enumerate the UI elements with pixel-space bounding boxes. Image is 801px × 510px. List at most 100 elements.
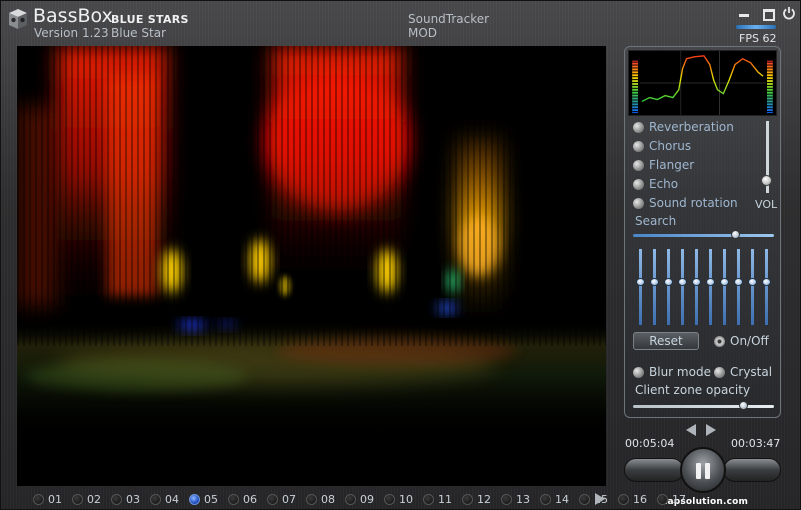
track-item[interactable]: 01: [33, 493, 62, 506]
forward-button[interactable]: [723, 458, 781, 482]
visualization-canvas[interactable]: [17, 46, 606, 486]
eq-band-7[interactable]: [723, 249, 726, 325]
search-slider[interactable]: [633, 234, 774, 237]
track-item[interactable]: 02: [72, 493, 101, 506]
track-number: 02: [87, 492, 101, 506]
track-number: 16: [633, 492, 647, 506]
preset-name: Blue Star: [111, 26, 166, 40]
crystal-mode-toggle[interactable]: Crystal: [714, 365, 772, 379]
blur-mode-toggle[interactable]: Blur mode: [633, 365, 711, 379]
track-item[interactable]: 05: [189, 493, 218, 506]
opacity-slider[interactable]: [633, 405, 774, 408]
light-columns-visualization: [17, 46, 606, 486]
radio-icon: [714, 335, 725, 347]
track-item[interactable]: 06: [228, 493, 257, 506]
eq-band-8[interactable]: [737, 249, 740, 325]
radio-icon: [633, 121, 644, 133]
track-number: 01: [48, 492, 62, 506]
app-subtitle: BLUE STARS: [111, 13, 189, 26]
track-item[interactable]: 14: [540, 493, 569, 506]
track-number: 08: [321, 492, 335, 506]
tracker-label: SoundTracker: [408, 12, 490, 26]
eq-band-6[interactable]: [709, 249, 712, 325]
prev-arrow-icon[interactable]: [686, 424, 696, 436]
elapsed-time: 00:05:04: [625, 437, 675, 450]
fps-label: FPS 62: [739, 32, 777, 45]
bassbox-window: BassBox BLUE STARS Version 1.23 Blue Sta…: [0, 0, 801, 510]
eq-band-5[interactable]: [695, 249, 698, 325]
track-number: 09: [360, 492, 374, 506]
speaker-cube-icon: [9, 9, 27, 29]
track-item[interactable]: 08: [306, 493, 335, 506]
effect-chorus[interactable]: Chorus: [633, 139, 691, 153]
track-item[interactable]: 13: [501, 493, 530, 506]
track-number: 17: [672, 492, 686, 506]
track-item[interactable]: 10: [384, 493, 413, 506]
track-item[interactable]: 07: [267, 493, 296, 506]
eq-band-10[interactable]: [765, 249, 768, 325]
eq-band-9[interactable]: [751, 249, 754, 325]
eq-reset-button[interactable]: Reset: [633, 332, 699, 350]
effect-flanger[interactable]: Flanger: [633, 158, 694, 172]
eq-band-2[interactable]: [653, 249, 656, 325]
version-label: Version 1.23: [34, 26, 109, 40]
radio-icon: [633, 366, 644, 378]
effect-reverberation[interactable]: Reverberation: [633, 120, 734, 134]
rewind-button[interactable]: [624, 458, 684, 482]
track-number: 07: [282, 492, 296, 506]
track-item[interactable]: 11: [423, 493, 452, 506]
eq-onoff-toggle[interactable]: On/Off: [714, 334, 769, 348]
track-number: 14: [555, 492, 569, 506]
track-indicator: [462, 493, 473, 505]
track-active-indicator: [189, 493, 200, 505]
eq-band-1[interactable]: [639, 249, 642, 325]
opacity-slider-knob[interactable]: [738, 401, 748, 410]
track-indicator: [267, 493, 278, 505]
track-indicator: [618, 493, 629, 505]
next-arrow-icon[interactable]: [706, 424, 716, 436]
track-item[interactable]: 03: [111, 493, 140, 506]
track-indicator: [33, 493, 44, 505]
track-indicator: [540, 493, 551, 505]
track-item[interactable]: 04: [150, 493, 179, 506]
effect-echo[interactable]: Echo: [633, 177, 678, 191]
minimize-button[interactable]: [737, 7, 751, 19]
radio-icon: [633, 197, 644, 209]
eq-band-3[interactable]: [667, 249, 670, 325]
track-indicator: [501, 493, 512, 505]
volume-slider-knob[interactable]: [761, 175, 772, 187]
track-number: 04: [165, 492, 179, 506]
track-indicator: [72, 493, 83, 505]
track-indicator: [579, 493, 590, 505]
radio-icon: [633, 159, 644, 171]
track-number: 11: [438, 492, 452, 506]
maximize-button[interactable]: [761, 7, 775, 21]
track-item[interactable]: 09: [345, 493, 374, 506]
track-number: 10: [399, 492, 413, 506]
track-indicator: [345, 493, 356, 505]
track-item[interactable]: 17: [657, 493, 686, 506]
play-pause-button[interactable]: [680, 447, 726, 493]
search-slider-knob[interactable]: [730, 230, 740, 239]
track-indicator: [423, 493, 434, 505]
next-page-arrow-icon[interactable]: [595, 493, 605, 505]
format-label: MOD: [408, 26, 438, 40]
search-label: Search: [635, 214, 677, 228]
track-item[interactable]: 12: [462, 493, 491, 506]
pause-icon: [696, 463, 701, 479]
fps-meter: [736, 25, 776, 29]
eq-band-4[interactable]: [681, 249, 684, 325]
track-number: 05: [204, 492, 218, 506]
spectrum-analyzer: [628, 50, 777, 116]
track-item[interactable]: 16: [618, 493, 647, 506]
effect-sound-rotation[interactable]: Sound rotation: [633, 196, 738, 210]
track-indicator: [111, 493, 122, 505]
power-icon[interactable]: [782, 6, 796, 20]
track-indicator: [384, 493, 395, 505]
volume-label: VOL: [755, 198, 778, 211]
track-indicator: [228, 493, 239, 505]
track-indicator: [657, 493, 668, 505]
track-number: 12: [477, 492, 491, 506]
app-title: BassBox: [33, 5, 113, 27]
radio-icon: [714, 366, 725, 378]
